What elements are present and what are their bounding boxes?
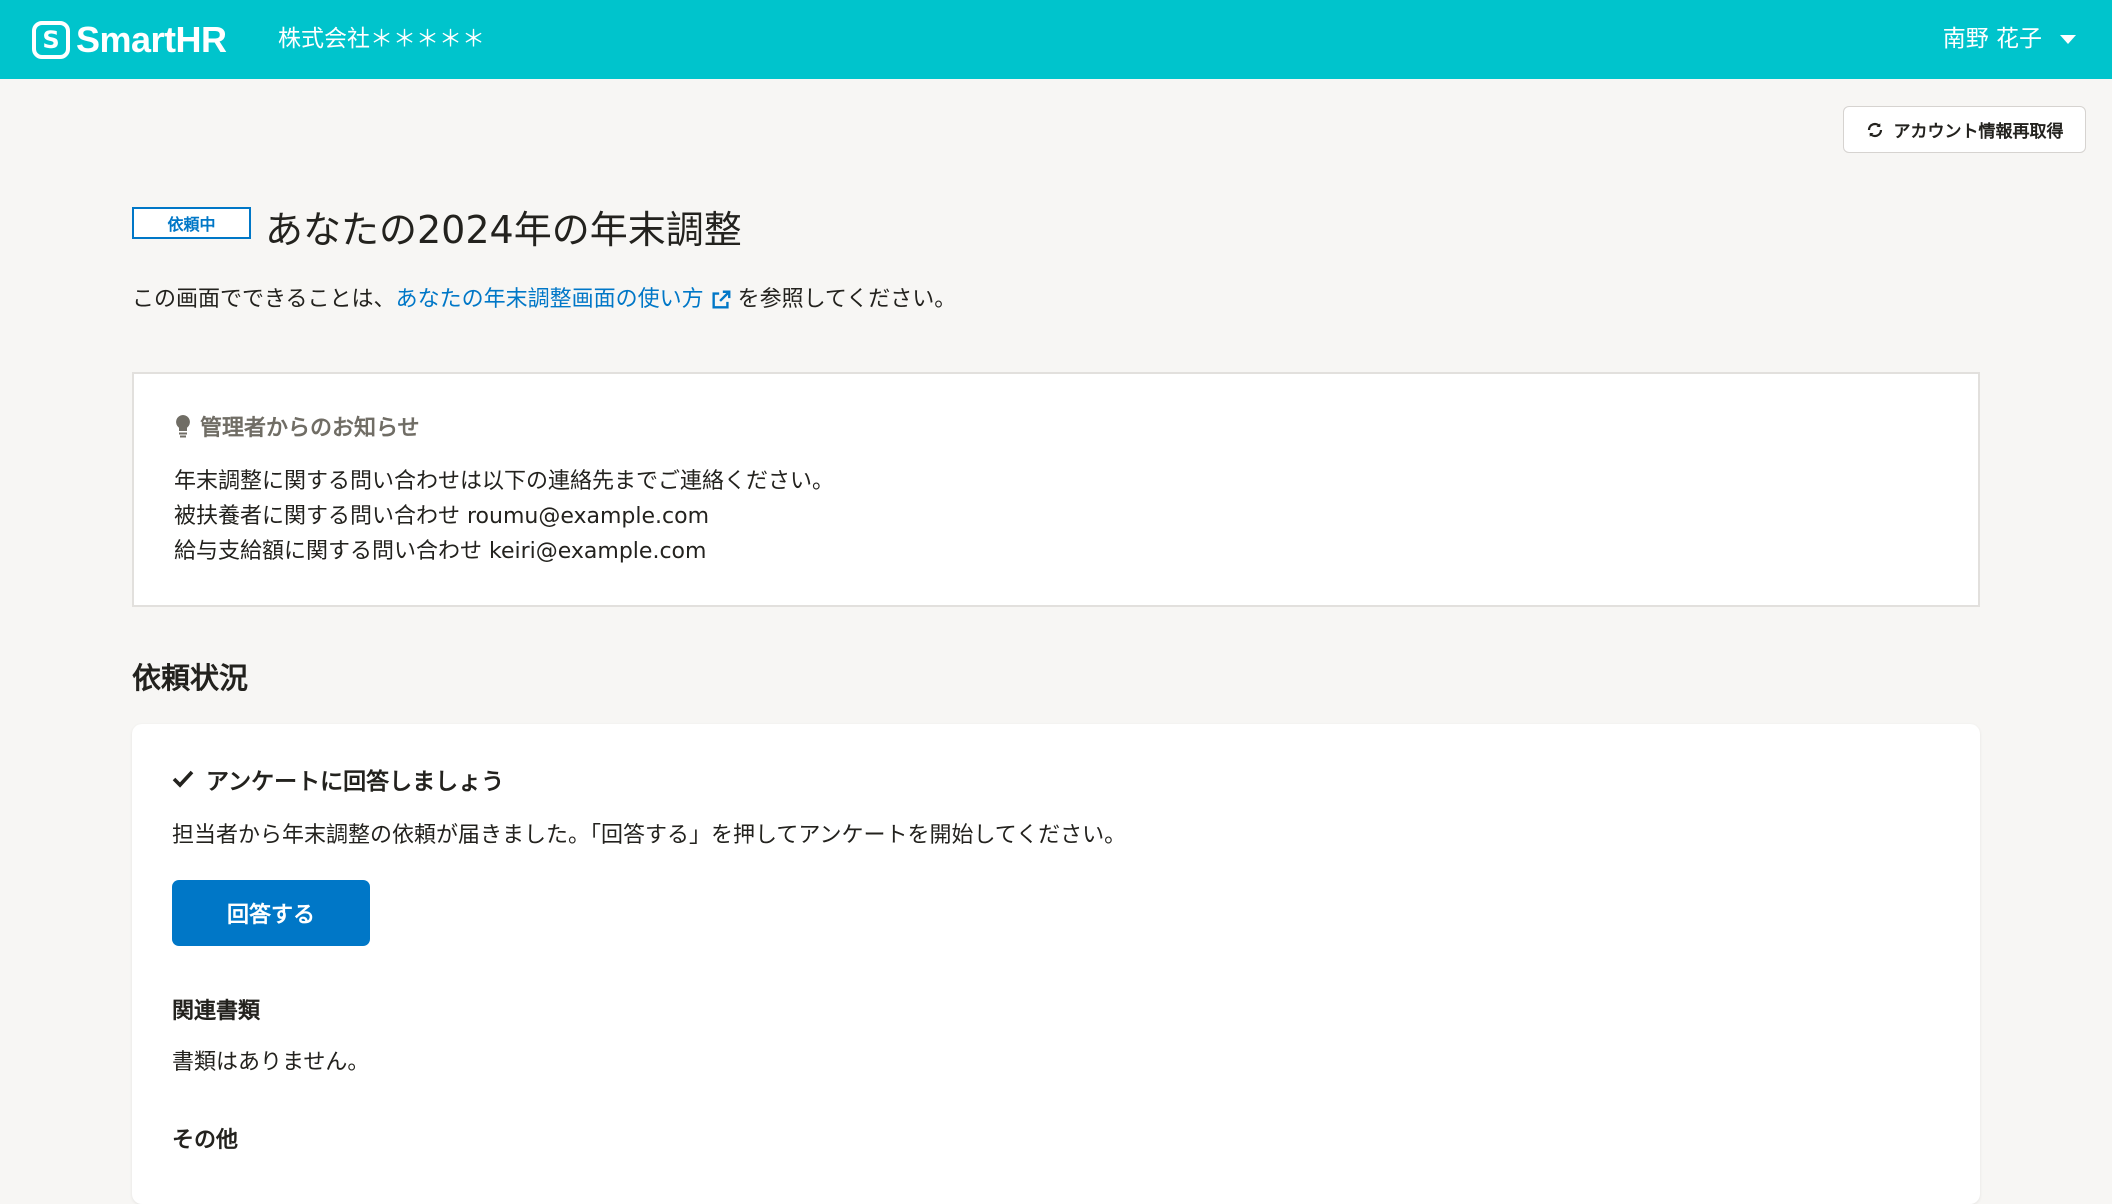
company-name: 株式会社＊＊＊＊＊ (278, 26, 485, 52)
admin-notice-panel: 管理者からのお知らせ 年末調整に関する問い合わせは以下の連絡先までご連絡ください… (132, 372, 1980, 607)
task-description: 担当者から年末調整の依頼が届きました。「回答する」を押してアンケートを開始してく… (172, 823, 1127, 848)
chevron-down-icon (2060, 34, 2076, 44)
logo-mark-icon: S (32, 21, 70, 59)
related-documents-heading: 関連書類 (172, 999, 261, 1024)
usage-guide-link-label: あなたの年末調整画面の使い方 (395, 287, 704, 312)
logo-text: SmartHR (76, 19, 227, 60)
status-badge: 依頼中 (132, 207, 251, 239)
refresh-account-button[interactable]: アカウント情報再取得 (1843, 106, 2086, 153)
user-name: 南野 花子 (1942, 26, 2042, 52)
notice-line: 年末調整に関する問い合わせは以下の連絡先までご連絡ください。 (174, 469, 835, 494)
notice-line: 給与支給額に関する問い合わせ keiri@example.com (174, 539, 707, 564)
usage-guide-link[interactable]: あなたの年末調整画面の使い方 (396, 283, 738, 317)
request-status-card: アンケートに回答しましょう 担当者から年末調整の依頼が届きました。「回答する」を… (132, 724, 1980, 1204)
other-heading: その他 (172, 1128, 239, 1153)
lightbulb-icon (176, 415, 190, 438)
task-title: アンケートに回答しましょう (172, 762, 504, 796)
intro-before: この画面でできることは、 (132, 287, 396, 312)
check-icon (172, 770, 194, 788)
intro-after: を参照してください。 (737, 287, 957, 312)
intro-text: この画面でできることは、 あなたの年末調整画面の使い方 を参照してください。 (132, 283, 956, 317)
notice-heading-label: 管理者からのお知らせ (200, 416, 420, 441)
external-link-icon (712, 290, 731, 309)
user-menu[interactable]: 南野 花子 (1943, 23, 2076, 55)
app-header: S SmartHR 株式会社＊＊＊＊＊ 南野 花子 (0, 0, 2112, 79)
request-status-heading: 依頼状況 (132, 661, 249, 695)
smarthr-logo[interactable]: S SmartHR (32, 19, 227, 60)
notice-line: 被扶養者に関する問い合わせ roumu@example.com (174, 504, 710, 529)
task-title-label: アンケートに回答しましょう (206, 769, 505, 795)
notice-body: 年末調整に関する問い合わせは以下の連絡先までご連絡ください。 被扶養者に関する問… (174, 464, 834, 569)
refresh-icon (1867, 122, 1882, 137)
page-title: あなたの2024年の年末調整 (265, 208, 742, 252)
refresh-label: アカウント情報再取得 (1893, 122, 2064, 141)
notice-heading: 管理者からのお知らせ (174, 410, 420, 442)
answer-button[interactable]: 回答する (172, 880, 370, 946)
related-documents-text: 書類はありません。 (172, 1050, 370, 1075)
